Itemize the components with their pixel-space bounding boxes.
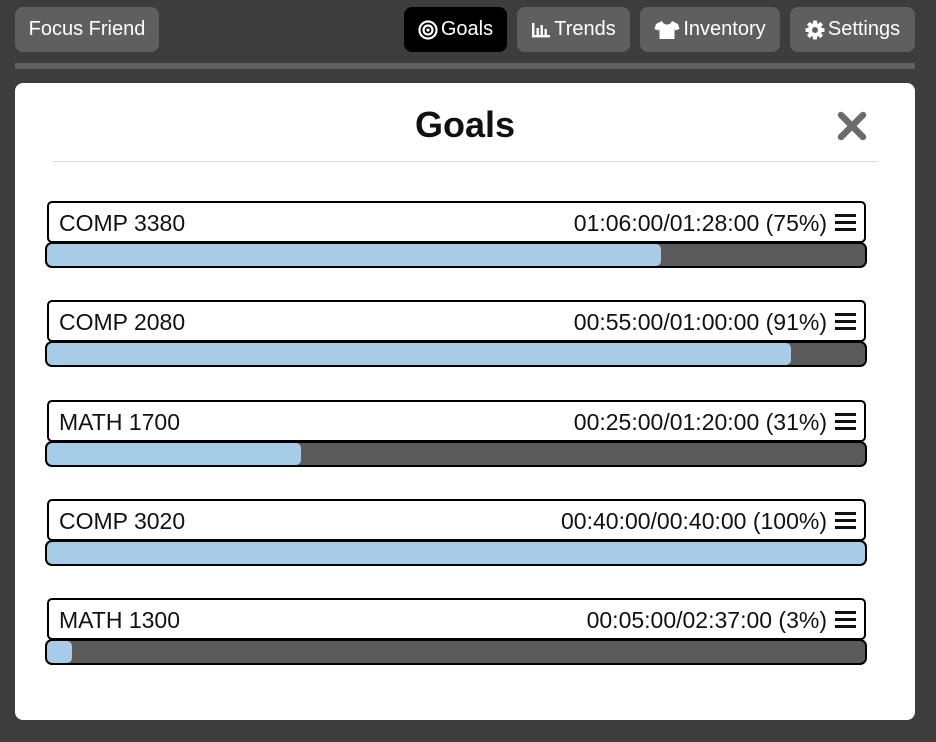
goal-time: 00:05:00/02:37:00 (3%) <box>586 607 827 633</box>
goal-header: MATH 1300 00:05:00/02:37:00 (3%) <box>47 598 866 640</box>
goal-time: 01:06:00/01:28:00 (75%) <box>573 210 827 236</box>
goal-item: COMP 3380 01:06:00/01:28:00 (75%) <box>45 201 867 269</box>
goal-progress-fill <box>47 244 661 266</box>
top-nav: Focus Friend Goals Trends Inventory Sett… <box>0 0 936 60</box>
goal-progress-fill <box>47 443 301 465</box>
hamburger-menu-icon[interactable] <box>835 512 856 530</box>
goal-progress-bar <box>45 540 867 566</box>
target-icon <box>418 19 438 40</box>
nav-divider <box>15 63 915 69</box>
settings-tab[interactable]: Settings <box>790 7 915 52</box>
goal-time: 00:55:00/01:00:00 (91%) <box>573 309 827 335</box>
goal-time: 00:40:00/00:40:00 (100%) <box>561 508 827 534</box>
goal-header: COMP 2080 00:55:00/01:00:00 (91%) <box>47 300 866 342</box>
close-icon <box>837 111 867 141</box>
goal-name: COMP 2080 <box>59 309 186 335</box>
inventory-tab[interactable]: Inventory <box>640 7 780 52</box>
gear-icon <box>805 20 825 40</box>
goals-modal: Goals COMP 3380 01:06:00/01:28:00 (75%) … <box>15 83 915 720</box>
close-button[interactable] <box>835 109 869 143</box>
shirt-icon <box>654 20 680 40</box>
goal-name: MATH 1300 <box>59 607 181 633</box>
goal-item: COMP 2080 00:55:00/01:00:00 (91%) <box>45 300 867 368</box>
goal-time: 00:25:00/01:20:00 (31%) <box>573 409 827 435</box>
goal-progress-bar <box>45 639 867 665</box>
hamburger-menu-icon[interactable] <box>835 313 856 331</box>
goals-tab[interactable]: Goals <box>404 7 507 52</box>
focus-friend-label: Focus Friend <box>28 18 146 40</box>
goal-item: MATH 1300 00:05:00/02:37:00 (3%) <box>45 598 867 666</box>
goal-progress-fill <box>47 542 865 564</box>
goal-name: COMP 3380 <box>59 210 186 236</box>
settings-tab-label: Settings <box>827 18 901 40</box>
modal-separator <box>52 161 878 162</box>
goal-header: MATH 1700 00:25:00/01:20:00 (31%) <box>47 400 866 442</box>
bar-chart-icon <box>531 21 551 39</box>
trends-tab-label: Trends <box>554 18 616 40</box>
goal-header: COMP 3020 00:40:00/00:40:00 (100%) <box>47 499 866 541</box>
goal-progress-bar <box>45 242 867 268</box>
inventory-tab-label: Inventory <box>683 18 766 40</box>
hamburger-menu-icon[interactable] <box>835 611 856 629</box>
goals-tab-label: Goals <box>440 18 494 40</box>
goal-name: COMP 3020 <box>59 508 186 534</box>
goal-header: COMP 3380 01:06:00/01:28:00 (75%) <box>47 201 866 243</box>
goal-item: COMP 3020 00:40:00/00:40:00 (100%) <box>45 499 867 567</box>
modal-title: Goals <box>414 104 516 145</box>
goal-name: MATH 1700 <box>59 409 181 435</box>
hamburger-menu-icon[interactable] <box>835 214 856 232</box>
goal-progress-fill <box>47 343 792 365</box>
focus-friend-button[interactable]: Focus Friend <box>15 7 159 52</box>
hamburger-menu-icon[interactable] <box>835 413 856 431</box>
goal-progress-fill <box>47 641 72 663</box>
goal-progress-bar <box>45 441 867 467</box>
trends-tab[interactable]: Trends <box>517 7 630 52</box>
goal-item: MATH 1700 00:25:00/01:20:00 (31%) <box>45 400 867 468</box>
goal-progress-bar <box>45 341 867 367</box>
